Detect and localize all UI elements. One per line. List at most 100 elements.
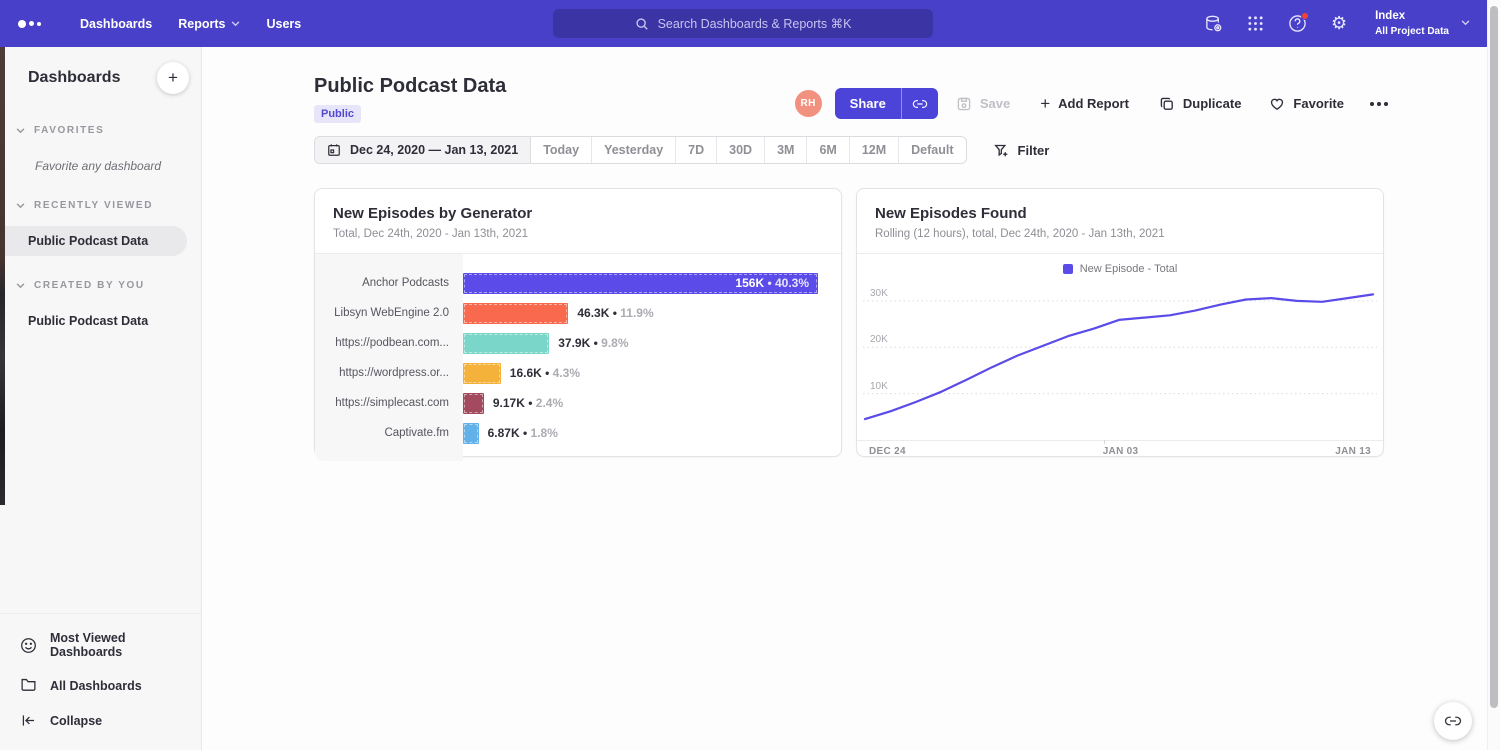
favorites-empty-note: Favorite any dashboard — [35, 159, 201, 173]
collapse-icon — [20, 712, 37, 729]
preset-30d[interactable]: 30D — [717, 137, 765, 163]
sidebar-title: Dashboards — [28, 69, 120, 87]
chevron-down-icon — [16, 203, 25, 209]
link-icon — [912, 96, 928, 112]
save-button[interactable]: Save — [956, 96, 1010, 112]
sidebar-footer: Most Viewed Dashboards All Dashboards Co… — [0, 613, 201, 750]
nav-reports[interactable]: Reports — [178, 17, 240, 31]
heart-icon — [1269, 96, 1285, 112]
x-tick-label: JAN 03 — [1103, 446, 1139, 457]
duplicate-button[interactable]: Duplicate — [1159, 96, 1242, 112]
help-icon[interactable] — [1287, 14, 1307, 34]
bar-chart-title: New Episodes by Generator — [333, 205, 823, 222]
search-input[interactable]: Search Dashboards & Reports ⌘K — [553, 9, 933, 38]
preset-default[interactable]: Default — [899, 137, 965, 163]
bar-category-label: https://simplecast.com — [315, 397, 463, 409]
overflow-menu-button[interactable] — [1370, 102, 1388, 106]
bar-value-label: 6.87K • 1.8% — [488, 426, 558, 440]
bar-row: Libsyn WebEngine 2.046.3K • 11.9% — [315, 298, 841, 328]
line-chart-title: New Episodes Found — [875, 205, 1365, 222]
line-plot-area[interactable]: 10K20K30K — [863, 287, 1377, 440]
bar[interactable] — [463, 393, 484, 414]
most-viewed-dashboards-button[interactable]: Most Viewed Dashboards — [0, 622, 201, 668]
scrollbar-track[interactable] — [1487, 0, 1500, 750]
preset-6m[interactable]: 6M — [807, 137, 849, 163]
series-line[interactable] — [865, 294, 1373, 419]
filter-funnel-icon — [994, 143, 1009, 158]
copy-share-link-button[interactable] — [901, 88, 938, 119]
preset-7d[interactable]: 7D — [676, 137, 717, 163]
sidebar: Dashboards + FAVORITES Favorite any dash… — [0, 47, 202, 750]
sidebar-item-public-podcast-data[interactable]: Public Podcast Data — [0, 226, 187, 256]
scrollbar-thumb[interactable] — [1490, 6, 1498, 708]
nav-users[interactable]: Users — [266, 17, 301, 31]
link-icon — [1444, 712, 1462, 730]
add-report-button[interactable]: + Add Report — [1040, 95, 1129, 112]
preset-today[interactable]: Today — [531, 137, 592, 163]
line-chart-card[interactable]: New Episodes Found Rolling (12 hours), t… — [856, 188, 1384, 457]
mixpanel-logo-icon[interactable] — [18, 20, 54, 28]
section-recently-viewed[interactable]: RECENTLY VIEWED — [0, 200, 201, 211]
report-cards: New Episodes by Generator Total, Dec 24t… — [314, 188, 1384, 457]
bar-value-label: 16.6K • 4.3% — [510, 366, 580, 380]
line-chart-subtitle: Rolling (12 hours), total, Dec 24th, 202… — [875, 228, 1365, 240]
project-name: Index — [1375, 9, 1449, 25]
bar-row: Anchor Podcasts156K • 40.3% — [315, 268, 841, 298]
page-title: Public Podcast Data — [314, 75, 506, 98]
duplicate-icon — [1159, 96, 1175, 112]
bar-category-label: Captivate.fm — [315, 427, 463, 439]
bar-chart-body: Anchor Podcasts156K • 40.3%Libsyn WebEng… — [315, 254, 841, 461]
all-dashboards-button[interactable]: All Dashboards — [0, 668, 201, 703]
bar-value-label: 9.17K • 2.4% — [493, 396, 563, 410]
filter-button[interactable]: Filter — [994, 143, 1050, 158]
legend-label: New Episode - Total — [1080, 263, 1178, 275]
x-axis-labels: DEC 24 JAN 03 JAN 13 — [857, 440, 1383, 461]
bar[interactable]: 156K • 40.3% — [463, 273, 818, 294]
bar[interactable] — [463, 423, 479, 444]
bar[interactable] — [463, 363, 501, 384]
chevron-down-icon — [16, 283, 25, 289]
topbar-right: ⚙ Index All Project Data — [1203, 0, 1470, 47]
notification-dot — [1301, 12, 1309, 20]
preset-yesterday[interactable]: Yesterday — [592, 137, 676, 163]
folder-icon — [20, 677, 37, 694]
preset-3m[interactable]: 3M — [765, 137, 807, 163]
share-button[interactable]: Share — [835, 88, 938, 119]
bar-category-label: Libsyn WebEngine 2.0 — [315, 307, 463, 319]
date-range-button[interactable]: Dec 24, 2020 — Jan 13, 2021 — [315, 137, 531, 163]
bar-category-label: https://wordpress.or... — [315, 367, 463, 379]
bar-track: 46.3K • 11.9% — [463, 303, 841, 324]
sidebar-item-public-podcast-data-created[interactable]: Public Podcast Data — [0, 306, 201, 336]
data-management-icon[interactable] — [1203, 14, 1223, 34]
collapse-sidebar-button[interactable]: Collapse — [0, 703, 201, 738]
bar-row: https://wordpress.or... 16.6K • 4.3% — [315, 358, 841, 388]
line-chart-body: New Episode - Total 10K20K30K DEC 24 JAN… — [857, 254, 1383, 461]
bar-row: https://simplecast.com 9.17K • 2.4% — [315, 388, 841, 418]
settings-gear-icon[interactable]: ⚙ — [1329, 14, 1349, 34]
bar-value-label: 37.9K • 9.8% — [558, 336, 628, 350]
save-icon — [956, 96, 972, 112]
avatar[interactable]: RH — [795, 90, 822, 117]
smiley-icon — [20, 637, 37, 654]
nav-dashboards[interactable]: Dashboards — [80, 17, 152, 31]
favorite-button[interactable]: Favorite — [1269, 96, 1344, 112]
apps-grid-icon[interactable] — [1245, 14, 1265, 34]
section-created-by-you[interactable]: CREATED BY YOU — [0, 280, 201, 291]
add-dashboard-button[interactable]: + — [157, 62, 189, 94]
chevron-down-icon — [231, 21, 240, 27]
line-chart-svg — [863, 287, 1377, 440]
bar-chart-subtitle: Total, Dec 24th, 2020 - Jan 13th, 2021 — [333, 228, 823, 240]
bar-chart-card[interactable]: New Episodes by Generator Total, Dec 24t… — [314, 188, 842, 457]
bar-category-label: Anchor Podcasts — [315, 277, 463, 289]
bar-track: 6.87K • 1.8% — [463, 423, 841, 444]
section-favorites[interactable]: FAVORITES — [0, 125, 201, 136]
share-link-fab[interactable] — [1434, 702, 1472, 740]
project-selector[interactable]: Index All Project Data — [1375, 9, 1470, 38]
public-badge: Public — [314, 105, 361, 123]
bar[interactable] — [463, 303, 568, 324]
bar[interactable] — [463, 333, 549, 354]
preset-12m[interactable]: 12M — [850, 137, 899, 163]
header-actions: RH Share Save + Add Report Duplicate Fav… — [795, 88, 1388, 119]
bar-track: 16.6K • 4.3% — [463, 363, 841, 384]
date-toolbar: Dec 24, 2020 — Jan 13, 2021 Today Yester… — [314, 136, 1049, 164]
